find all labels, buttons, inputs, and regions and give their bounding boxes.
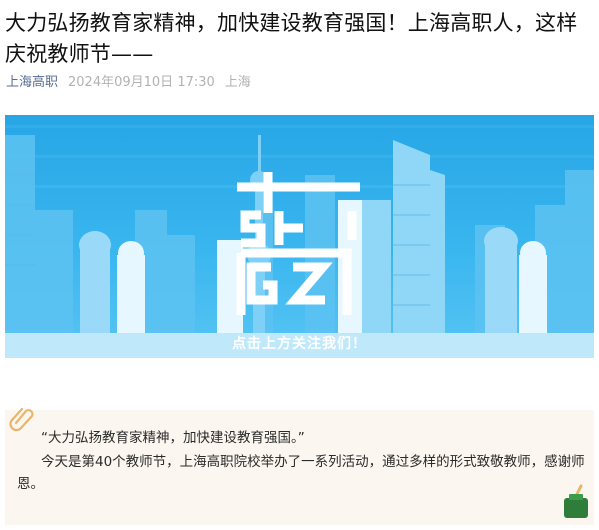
banner-image[interactable]: 点击上方关注我们！ [5,115,594,358]
article-title: 大力弘扬教育家精神，加快建设教育强国！上海高职人，这样庆祝教师节—— [5,11,578,66]
article-meta: 上海高职 2024年09月10日 17:30 上海 [6,71,251,90]
intro-quote-box: “大力弘扬教育家精神，加快建设教育强国。” 今天是第40个教师节，上海高职院校举… [5,407,594,525]
publish-location: 上海 [224,75,251,90]
intro-quote: “大力弘扬教育家精神，加快建设教育强国。” [41,430,305,446]
follow-prompt[interactable]: 点击上方关注我们！ [5,333,594,353]
account-name[interactable]: 上海高职 [6,71,58,90]
ink-bottle-icon [564,484,588,518]
paperclip-icon [9,407,34,432]
publish-time: 2024年09月10日 17:30 [68,75,215,90]
city-skyline-illustration [5,125,594,358]
intro-paragraph: 今天是第40个教师节，上海高职院校举办了一系列活动，通过多样的形式致敬教师，感谢… [17,454,585,492]
